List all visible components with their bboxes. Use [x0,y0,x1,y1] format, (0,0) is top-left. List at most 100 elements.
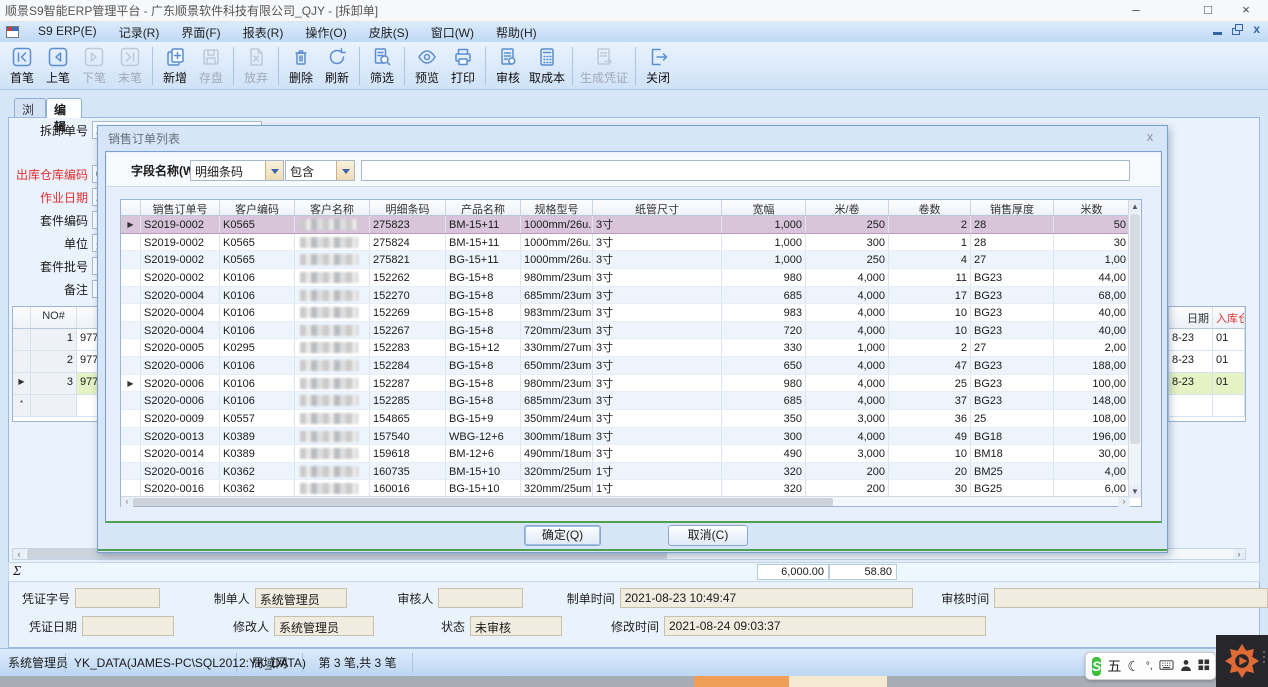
toolbar-button[interactable]: 打印 [445,44,481,88]
ime-tools-icon[interactable] [1198,659,1210,673]
menu-item[interactable]: 皮肤(S) [358,22,420,43]
window-maximize-button[interactable]: □ [1188,0,1228,22]
dropdown-arrow-icon[interactable] [336,161,354,180]
window-minimize-button[interactable]: – [1116,0,1156,22]
scroll-right-arrow[interactable]: › [1233,549,1245,559]
toolbar-button[interactable]: 筛选 [364,44,400,88]
toolbar-button[interactable]: 取成本 [526,44,568,88]
scroll-left-arrow[interactable]: ‹ [13,549,25,559]
col-in-warehouse[interactable]: 入库仓库 [1213,307,1245,328]
punctuation-mode-icon[interactable]: °, [1146,660,1153,673]
maker-field[interactable]: 系统管理员 [255,588,347,608]
col-date[interactable]: 日期 [1169,307,1213,328]
filter-text-input[interactable] [361,160,1130,181]
menu-item[interactable]: 操作(O) [294,22,357,43]
table-row[interactable]: S2020-0006 K0106 152284 BG-15+8 650mm/23… [121,357,1130,375]
tab-browse[interactable]: 浏览 [14,98,46,118]
moon-icon[interactable]: ☾ [1127,660,1140,673]
status-field[interactable]: 未审核 [470,616,562,636]
col-width[interactable]: 宽幅 [722,200,806,215]
mdi-minimize-icon[interactable] [1213,32,1222,35]
auditor-field[interactable] [438,588,523,608]
col-no[interactable]: NO# [31,307,77,328]
toolbar-button[interactable]: 审核 [490,44,526,88]
modifier-field[interactable]: 系统管理员 [274,616,374,636]
toolbar-button[interactable]: 上笔 [40,44,76,88]
voucher-no-field[interactable] [75,588,160,608]
hscroll-thumb[interactable] [133,498,833,506]
toolbar-button[interactable]: 末笔 [112,44,148,88]
scroll-up-arrow[interactable]: ▲ [1129,200,1141,213]
toolbar-button[interactable]: 下笔 [76,44,112,88]
soft-keyboard-icon[interactable] [1159,659,1174,673]
menu-item[interactable]: 记录(R) [108,22,171,43]
col-tube-size[interactable]: 纸管尺寸 [593,200,722,215]
toolbar-button[interactable]: 预览 [409,44,445,88]
table-row[interactable]: S2020-0009 K0557 154865 BG-15+9 350mm/24… [121,410,1130,428]
toolbar-button[interactable]: 新增 [157,44,193,88]
floating-app-logo[interactable] [1216,635,1268,687]
toolbar-button[interactable]: 存盘 [193,44,229,88]
table-row[interactable]: S2020-0005 K0295 152283 BG-15+12 330mm/2… [121,339,1130,357]
detail-grid-row[interactable]: 8-23 01 [1169,329,1245,351]
col-customer-code[interactable]: 客户编码 [220,200,295,215]
mdi-close-icon[interactable]: x [1253,24,1260,35]
table-row[interactable]: S2020-0004 K0106 152270 BG-15+8 685mm/23… [121,287,1130,305]
dialog-close-icon[interactable]: x [1143,129,1157,144]
modify-time-field[interactable]: 2021-08-24 09:03:37 [664,616,986,636]
toolbar-button[interactable]: 删除 [283,44,319,88]
window-titlebar[interactable]: 顺景S9智能ERP管理平台 - 广东顺景软件科技有限公司_QJY - [拆卸单] [0,0,1268,22]
ok-button[interactable]: 确定(Q) [524,525,601,546]
toolbar-button[interactable]: 生成凭证 [577,44,631,88]
table-row[interactable]: S2020-0014 K0389 159618 BM-12+6 490mm/18… [121,445,1130,463]
menu-item[interactable]: 报表(R) [232,22,295,43]
table-row[interactable]: S2020-0002 K0106 152262 BG-15+8 980mm/23… [121,269,1130,287]
col-customer-name[interactable]: 客户名称 [295,200,370,215]
toolbar-button[interactable]: 刷新 [319,44,355,88]
vscroll-thumb[interactable] [1130,214,1140,444]
scroll-down-arrow[interactable]: ▼ [1129,485,1141,498]
toolbar-button[interactable]: 首笔 [4,44,40,88]
table-row[interactable]: S2020-0004 K0106 152267 BG-15+8 720mm/23… [121,322,1130,340]
col-product-name[interactable]: 产品名称 [446,200,521,215]
make-time-field[interactable]: 2021-08-23 10:49:47 [620,588,914,608]
table-row[interactable]: S2020-0013 K0389 157540 WBG-12+6 300mm/1… [121,428,1130,446]
dialog-titlebar[interactable]: 销售订单列表 [98,126,1167,150]
toolbar-button[interactable]: 放弃 [238,44,274,88]
menu-item[interactable]: 界面(F) [170,22,231,43]
col-meters[interactable]: 米数 [1054,200,1130,215]
wubi-mode-icon[interactable]: 五 [1107,660,1121,673]
sogou-logo-icon[interactable]: S [1092,657,1101,676]
menu-item[interactable]: 窗口(W) [420,22,485,43]
filter-field-combo[interactable]: 明细条码 [190,160,284,181]
table-row[interactable]: S2019-0002 K0565 275824 BM-15+11 1000mm/… [121,234,1130,252]
table-row[interactable]: S2020-0004 K0106 152269 BG-15+8 983mm/23… [121,304,1130,322]
table-row[interactable]: ▶ S2020-0006 K0106 152287 BG-15+8 980mm/… [121,375,1130,393]
col-spec-model[interactable]: 规格型号 [521,200,593,215]
detail-grid-row[interactable] [1169,395,1245,417]
menu-item[interactable]: 帮助(H) [485,22,548,43]
voucher-date-field[interactable] [82,616,174,636]
detail-grid-row[interactable]: 8-23 01 [1169,373,1245,395]
dropdown-arrow-icon[interactable] [265,161,283,180]
detail-grid-row[interactable]: 8-23 01 [1169,351,1245,373]
col-meters-per-roll[interactable]: 米/卷 [806,200,889,215]
table-row[interactable]: S2019-0002 K0565 275821 BG-15+11 1000mm/… [121,251,1130,269]
table-row[interactable]: S2020-0016 K0362 160735 BM-15+10 320mm/2… [121,463,1130,481]
user-profile-icon[interactable] [1180,659,1192,674]
scroll-left-arrow[interactable]: ‹ [121,497,133,507]
col-detail-barcode[interactable]: 明细条码 [370,200,446,215]
filter-operator-combo[interactable]: 包含 [285,160,355,181]
toolbar-button[interactable]: 关闭 [640,44,676,88]
col-roll-count[interactable]: 卷数 [889,200,971,215]
menu-item[interactable]: S9 ERP(E) [27,22,108,43]
mdi-restore-icon[interactable] [1232,24,1243,35]
tab-edit[interactable]: 编辑 [46,98,82,118]
cancel-button[interactable]: 取消(C) [668,525,748,546]
scroll-right-arrow[interactable]: › [1118,497,1130,507]
table-row[interactable]: ▶ S2019-0002 K0565 275823 BM-15+11 1000m… [121,216,1130,234]
audit-time-field[interactable] [994,588,1268,608]
col-order-no[interactable]: 销售订单号 [141,200,220,215]
table-row[interactable]: S2020-0006 K0106 152285 BG-15+8 685mm/23… [121,392,1130,410]
window-close-button[interactable]: × [1226,0,1266,22]
